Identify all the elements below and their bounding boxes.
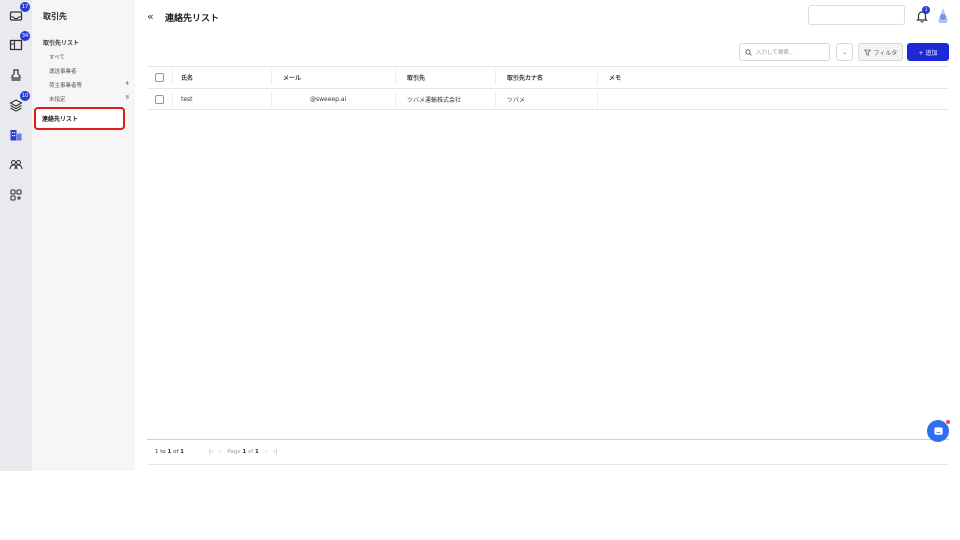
column-divider [172,70,173,85]
add-button[interactable]: + 追加 [907,43,949,61]
page-prefix: Page [227,449,243,455]
next-page-icon[interactable]: › [265,449,267,455]
avatar[interactable] [936,7,950,23]
icon-rail: 17 34 10 [0,0,32,471]
board-icon[interactable]: 34 [7,31,30,54]
table-footer: 1 to 1 of 1 |‹ ‹ Page 1 of 1 › ›| [147,439,949,465]
cell-company: ツバメ運輸株式会社 [407,97,462,104]
column-divider [172,92,173,107]
apps-icon[interactable] [7,186,25,204]
page-indicator: Page 1 of 1 [227,449,259,455]
page-of: of [246,449,255,455]
rows-of: of [171,449,181,455]
column-header-email[interactable]: メール [283,67,301,88]
sidebar: 取引先 取引先リスト すべて 運送事業者 荷主事業者等 4 未指定 8 [32,0,135,471]
column-header-company[interactable]: 取引先 [407,67,425,88]
table-search-input[interactable]: 入力して検索... [739,43,830,61]
layers-badge: 10 [20,91,30,101]
column-divider [495,92,496,107]
sidebar-item-all[interactable]: すべて [49,53,129,61]
column-header-memo[interactable]: メモ [609,67,621,88]
sidebar-item-label: 荷主事業者等 [49,83,83,89]
pagination: |‹ ‹ Page 1 of 1 › ›| [209,449,277,455]
cell-name: test [181,96,193,103]
people-icon[interactable] [7,156,25,174]
sidebar-group-partner-list[interactable]: 取引先リスト [43,38,79,47]
column-divider [395,70,396,85]
search-icon [745,48,752,56]
search-placeholder: 入力して検索... [756,50,795,56]
column-divider [271,92,272,107]
row-count: 1 to 1 of 1 [155,449,184,455]
sidebar-item-shippers[interactable]: 荷主事業者等 4 [49,81,129,89]
main-content: « 連絡先リスト 3 入力して検索... ⌄ フィルタ + 追加 氏名 メール … [135,0,960,471]
stamp-icon[interactable] [7,66,25,84]
cell-company-kana: ツバメ [507,97,526,104]
rows-prefix: 1 to [155,449,168,455]
sidebar-item-count: 8 [125,95,130,101]
column-header-name[interactable]: 氏名 [181,67,193,88]
filter-button[interactable]: フィルタ [858,43,903,61]
sidebar-item-contact-list-label: 連絡先リスト [42,116,79,123]
app-root: 17 34 10 取引先 取引先リスト すべて 運送事業者 荷主事業者等 4 未… [0,0,960,471]
select-all-checkbox[interactable] [155,67,164,88]
prev-page-icon[interactable]: ‹ [219,449,221,455]
add-button-label: + 追加 [918,49,938,57]
row-checkbox[interactable] [155,89,164,110]
inbox-badge: 17 [20,2,30,12]
page-total: 1 [254,449,259,455]
column-divider [271,70,272,85]
column-divider [597,70,598,85]
contacts-table: 氏名 メール 取引先 取引先カナ名 メモ test @sweeep.ai ツバメ… [147,66,949,110]
global-search-input[interactable] [808,5,905,25]
sidebar-title: 取引先 [43,12,67,21]
page-title: 連絡先リスト [165,14,220,24]
column-divider [597,92,598,107]
rows-b: 1 [180,449,184,455]
cell-email: @sweeep.ai [310,96,347,103]
inbox-icon[interactable]: 17 [7,2,30,25]
notification-badge: 3 [922,6,930,14]
sidebar-item-label: 運送事業者 [49,69,77,75]
chevron-down-icon[interactable]: ⌄ [836,43,853,61]
chat-unread-dot [945,419,951,425]
first-page-icon[interactable]: |‹ [209,449,213,455]
filter-button-label: フィルタ [873,49,898,57]
filter-icon [863,49,871,56]
layers-icon[interactable]: 10 [7,91,30,114]
table-row[interactable]: test @sweeep.ai ツバメ運輸株式会社 ツバメ [147,88,949,110]
last-page-icon[interactable]: ›| [273,449,277,455]
collapse-sidebar-icon[interactable]: « [147,10,154,23]
building-icon[interactable] [7,126,25,144]
sidebar-item-carriers[interactable]: 運送事業者 [49,67,129,75]
table-header: 氏名 メール 取引先 取引先カナ名 メモ [147,66,949,88]
sidebar-item-label: すべて [49,55,65,61]
column-divider [395,92,396,107]
column-header-company-kana[interactable]: 取引先カナ名 [507,67,543,88]
sidebar-item-unassigned[interactable]: 未指定 8 [49,95,129,103]
sidebar-item-label: 未指定 [49,97,66,103]
board-badge: 34 [20,31,30,41]
sidebar-item-count: 4 [125,81,130,87]
column-divider [495,70,496,85]
